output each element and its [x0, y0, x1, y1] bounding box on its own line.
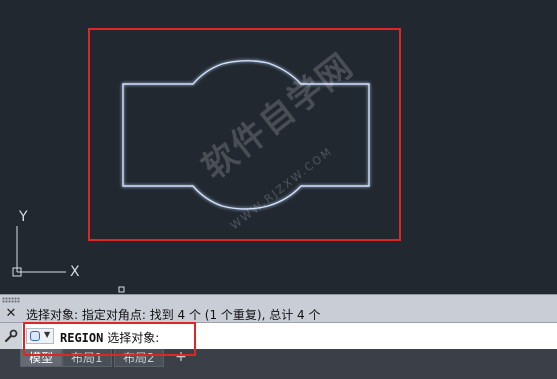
tab-layout2[interactable]: 布局2 — [114, 349, 164, 367]
drawing-canvas[interactable]: Y X — [0, 0, 557, 294]
command-prompt-text: 选择对象: — [107, 331, 160, 345]
chevron-down-icon: ▼ — [44, 330, 51, 339]
command-dropdown-button[interactable]: ▼ — [26, 328, 54, 344]
ucs-icon — [12, 226, 66, 277]
command-history-text: 选择对象: 指定对角点: 找到 4 个 (1 个重复), 总计 4 个 — [26, 308, 321, 322]
command-dropdown-icon — [30, 331, 40, 341]
wrench-icon[interactable] — [0, 323, 22, 349]
command-line[interactable]: ▼ REGION 选择对象: — [0, 322, 557, 350]
tab-model[interactable]: 模型 — [20, 349, 63, 367]
command-keyword: REGION — [60, 331, 104, 345]
layout-tabs: 模型 布局1 布局2 + — [0, 349, 557, 379]
add-tab-button[interactable]: + — [172, 349, 190, 367]
panel-grip-icon[interactable] — [2, 297, 20, 303]
close-icon[interactable]: ✕ — [2, 307, 20, 321]
command-history-panel: ✕ 选择对象: 指定对角点: 找到 4 个 (1 个重复), 总计 4 个 — [0, 294, 557, 323]
ucs-y-label: Y — [18, 209, 28, 225]
command-prompt[interactable]: REGION 选择对象: — [60, 329, 159, 346]
cursor-marker — [118, 286, 125, 293]
tab-layout1[interactable]: 布局1 — [62, 349, 112, 367]
ucs-x-label: X — [70, 264, 80, 280]
